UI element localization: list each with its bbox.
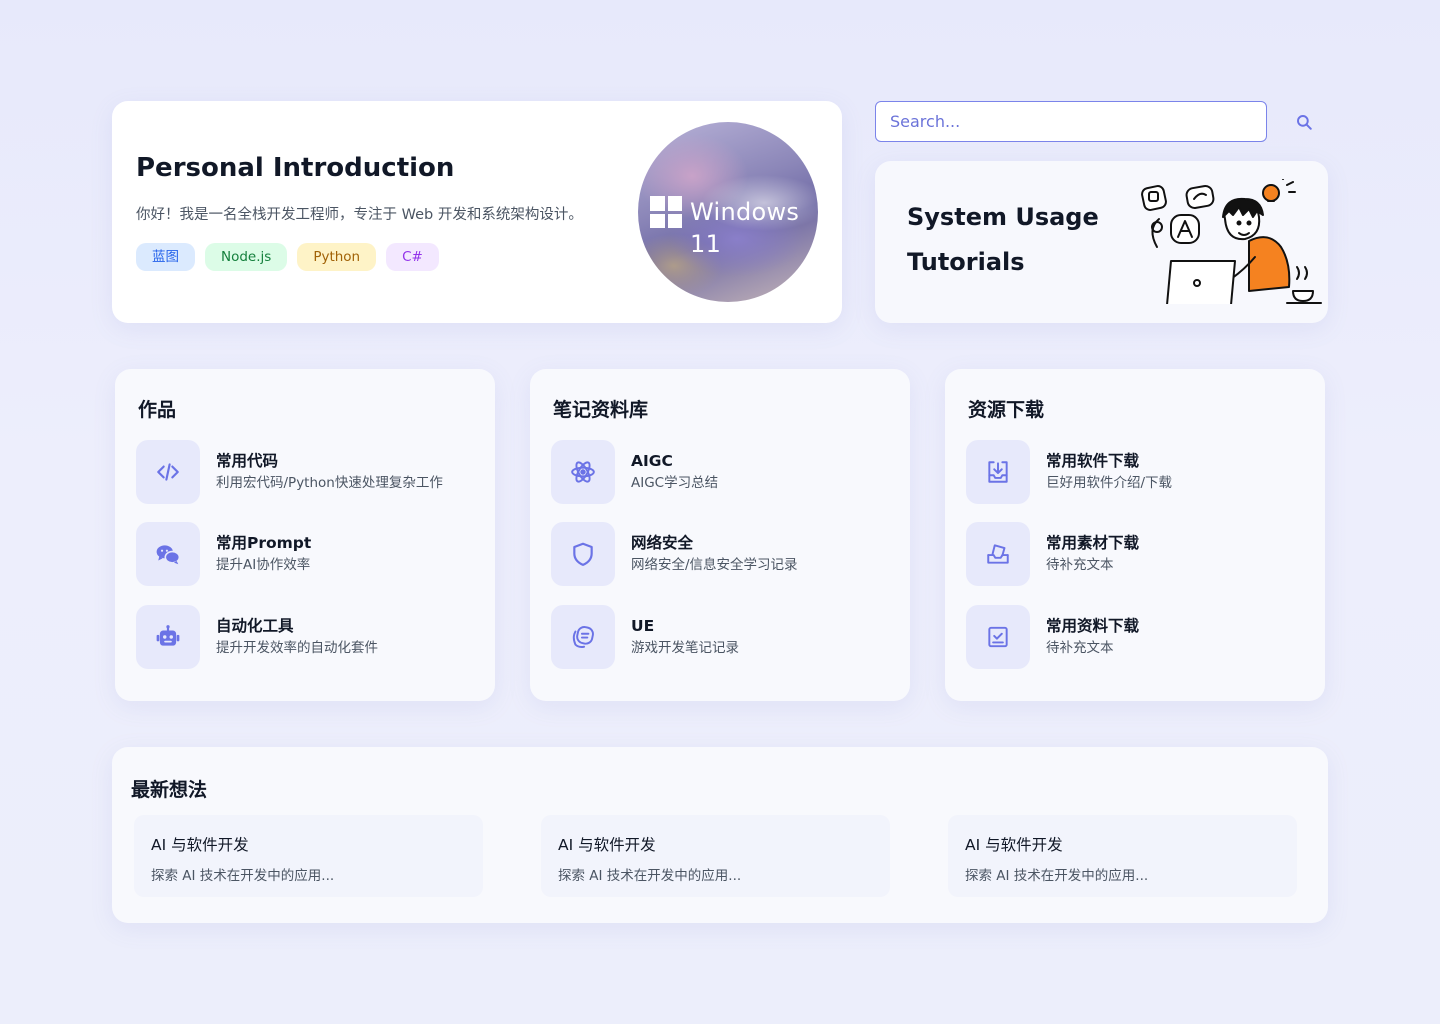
- code-icon: [157, 463, 179, 481]
- skill-tags: 蓝图 Node.js Python C#: [136, 243, 439, 271]
- item-desc: 游戏开发笔记记录: [631, 640, 739, 656]
- developer-illustration-icon: [1141, 179, 1322, 304]
- thought-title: AI 与软件开发: [558, 836, 656, 854]
- inbox-icon: [987, 544, 1009, 564]
- windows-logo-icon: [650, 196, 682, 228]
- downloads-item-assets[interactable]: 常用素材下载 待补充文本: [966, 522, 1306, 586]
- item-name: 自动化工具: [216, 617, 294, 635]
- search-input[interactable]: [876, 102, 1266, 141]
- downloads-title: 资源下载: [968, 399, 1045, 421]
- works-item-prompt[interactable]: 常用Prompt 提升AI协作效率: [136, 522, 476, 586]
- chat-icon: [156, 545, 181, 565]
- item-name: 常用代码: [216, 452, 279, 470]
- item-name: 常用Prompt: [216, 534, 312, 552]
- thoughts-title: 最新想法: [131, 779, 208, 801]
- robot-icon-box: [136, 605, 200, 669]
- tutorial-card[interactable]: System Usage Tutorials: [875, 161, 1328, 323]
- thought-card[interactable]: AI 与软件开发 探索 AI 技术在开发中的应用...: [541, 815, 890, 897]
- windows-11-text: Windows 11: [690, 198, 800, 258]
- item-name: 常用素材下载: [1046, 534, 1140, 552]
- downloads-item-documents[interactable]: 常用资料下载 待补充文本: [966, 605, 1306, 669]
- atom-icon: [571, 461, 595, 483]
- works-section: 作品 常用代码 利用宏代码/Python快速处理复杂工作 常用Prompt 提升…: [115, 369, 495, 701]
- item-desc: 巨好用软件介绍/下载: [1046, 475, 1173, 491]
- thought-desc: 探索 AI 技术在开发中的应用...: [558, 868, 742, 884]
- chat-icon-box: [136, 522, 200, 586]
- notes-section: 笔记资料库 AIGC AIGC学习总结 网络安全 网络安全/信息安全学习记录 U…: [530, 369, 910, 701]
- download-tray-icon-box: [966, 440, 1030, 504]
- tag-nodejs[interactable]: Node.js: [205, 243, 288, 271]
- windows-11-avatar: Windows 11: [638, 122, 818, 302]
- intro-description: 你好！我是一名全栈开发工程师，专注于 Web 开发和系统架构设计。: [136, 207, 583, 223]
- notes-item-ue[interactable]: UE 游戏开发笔记记录: [551, 605, 891, 669]
- intro-title: Personal Introduction: [136, 153, 455, 183]
- thought-card[interactable]: AI 与软件开发 探索 AI 技术在开发中的应用...: [948, 815, 1297, 897]
- thought-card[interactable]: AI 与软件开发 探索 AI 技术在开发中的应用...: [134, 815, 483, 897]
- robot-icon: [156, 625, 180, 646]
- thought-desc: 探索 AI 技术在开发中的应用...: [151, 868, 335, 884]
- checkbox-icon: [988, 626, 1008, 648]
- item-desc: 待补充文本: [1046, 557, 1114, 573]
- notes-icon-box: [551, 605, 615, 669]
- atom-icon-box: [551, 440, 615, 504]
- item-name: UE: [631, 617, 655, 635]
- thought-title: AI 与软件开发: [151, 836, 249, 854]
- thoughts-section: 最新想法 AI 与软件开发 探索 AI 技术在开发中的应用... AI 与软件开…: [112, 747, 1328, 923]
- tag-blueprint[interactable]: 蓝图: [136, 243, 195, 271]
- works-item-automation[interactable]: 自动化工具 提升开发效率的自动化套件: [136, 605, 476, 669]
- tutorial-title-line1: System Usage: [907, 203, 1099, 231]
- tag-python[interactable]: Python: [297, 243, 377, 271]
- notes-icon: [572, 626, 594, 648]
- search-box: [875, 101, 1267, 142]
- intro-card: Personal Introduction 你好！我是一名全栈开发工程师，专注于…: [112, 101, 842, 323]
- inbox-icon-box: [966, 522, 1030, 586]
- item-name: 常用资料下载: [1046, 617, 1140, 635]
- search-button[interactable]: [1290, 108, 1318, 136]
- item-desc: 利用宏代码/Python快速处理复杂工作: [216, 475, 443, 491]
- search-icon: [1297, 115, 1312, 130]
- item-name: AIGC: [631, 452, 673, 470]
- item-desc: 待补充文本: [1046, 640, 1114, 656]
- checkbox-icon-box: [966, 605, 1030, 669]
- item-desc: AIGC学习总结: [631, 475, 719, 491]
- downloads-item-software[interactable]: 常用软件下载 巨好用软件介绍/下载: [966, 440, 1306, 504]
- item-desc: 网络安全/信息安全学习记录: [631, 557, 798, 573]
- item-desc: 提升AI协作效率: [216, 557, 311, 573]
- shield-icon: [573, 542, 593, 566]
- notes-item-security[interactable]: 网络安全 网络安全/信息安全学习记录: [551, 522, 891, 586]
- code-icon-box: [136, 440, 200, 504]
- thought-title: AI 与软件开发: [965, 836, 1063, 854]
- shield-icon-box: [551, 522, 615, 586]
- item-name: 网络安全: [631, 534, 694, 552]
- tutorial-title-line2: Tutorials: [907, 248, 1025, 276]
- notes-item-aigc[interactable]: AIGC AIGC学习总结: [551, 440, 891, 504]
- item-name: 常用软件下载: [1046, 452, 1140, 470]
- item-desc: 提升开发效率的自动化套件: [216, 640, 378, 656]
- downloads-section: 资源下载 常用软件下载 巨好用软件介绍/下载 常用素材下载 待补充文本 常用资料…: [945, 369, 1325, 701]
- tag-csharp[interactable]: C#: [386, 243, 439, 271]
- thought-desc: 探索 AI 技术在开发中的应用...: [965, 868, 1149, 884]
- download-tray-icon: [988, 461, 1008, 483]
- works-item-code[interactable]: 常用代码 利用宏代码/Python快速处理复杂工作: [136, 440, 476, 504]
- notes-title: 笔记资料库: [553, 399, 649, 421]
- works-title: 作品: [138, 399, 177, 421]
